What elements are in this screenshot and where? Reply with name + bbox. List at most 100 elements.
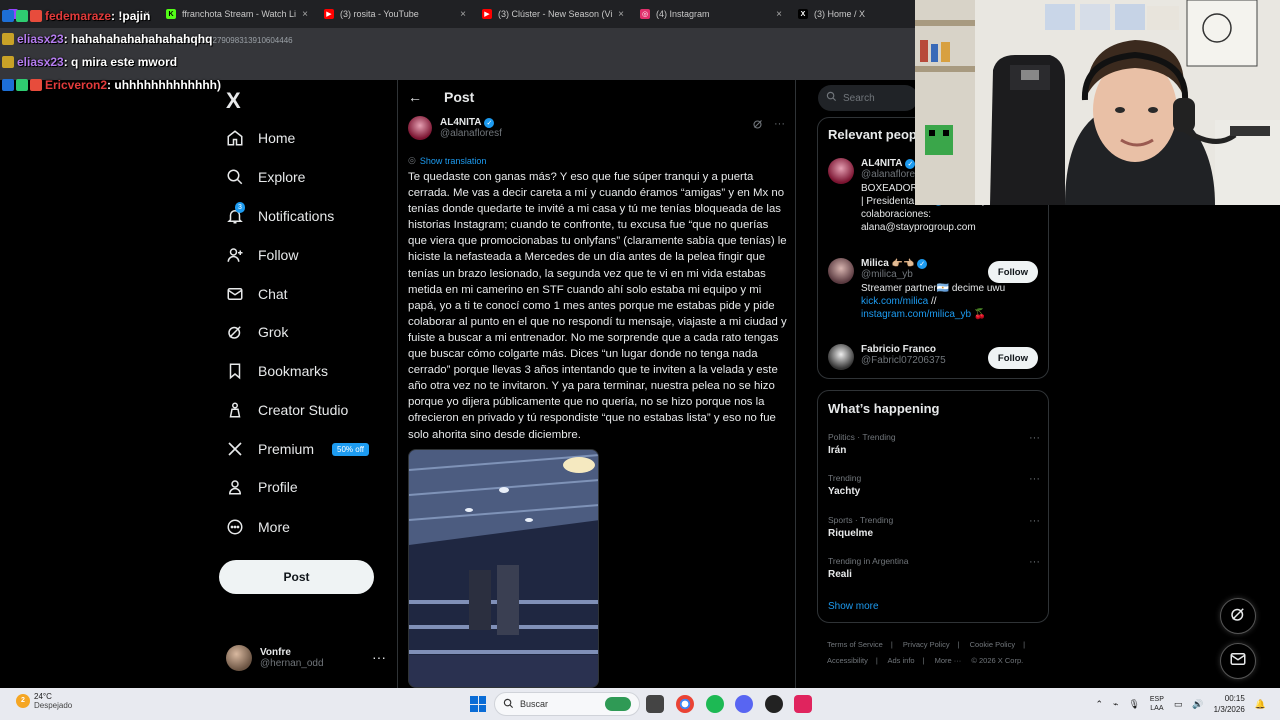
grok-floating-button[interactable] bbox=[1220, 598, 1256, 634]
author-handle: @alanafloresf bbox=[440, 128, 502, 139]
footer-link[interactable]: More ··· bbox=[935, 656, 962, 665]
footer-link[interactable]: Terms of Service bbox=[827, 640, 883, 649]
tab-close-icon[interactable]: × bbox=[302, 9, 308, 20]
nav-creator-studio[interactable]: Creator Studio bbox=[226, 394, 348, 426]
avatar bbox=[408, 116, 432, 140]
post-button[interactable]: Post bbox=[219, 560, 374, 594]
more-icon[interactable]: ··· bbox=[1029, 473, 1040, 485]
chevron-up-icon[interactable]: ⌃ bbox=[1095, 699, 1103, 710]
person-handle: @milica_yb bbox=[861, 269, 913, 280]
nav-premium[interactable]: Premium 50% off bbox=[226, 433, 369, 465]
tab-close-icon[interactable]: × bbox=[460, 9, 466, 20]
more-icon[interactable]: ··· bbox=[774, 118, 785, 133]
footer-link[interactable]: Cookie Policy bbox=[970, 640, 1015, 649]
back-arrow-icon[interactable]: ← bbox=[408, 89, 422, 105]
tab-title: (4) Instagram bbox=[656, 9, 710, 19]
tab-close-icon[interactable]: × bbox=[776, 9, 782, 20]
post-header: ← Post bbox=[408, 89, 474, 105]
nav-home[interactable]: Home bbox=[226, 122, 295, 154]
instagram-icon: ◎ bbox=[640, 9, 650, 19]
browser-tab[interactable]: ▶ (3) rosita - YouTube × bbox=[316, 0, 474, 28]
nav-label: Home bbox=[258, 130, 296, 146]
footer-link[interactable]: Ads info bbox=[887, 656, 914, 665]
trend-item[interactable]: Trending Yachty ··· bbox=[828, 473, 1040, 497]
post-actions: ··· bbox=[752, 118, 785, 133]
chat-message: eliasx23 : hahahahahahahahahqhq bbox=[2, 27, 221, 50]
chat-badge-icon bbox=[30, 9, 42, 22]
nav-explore[interactable]: Explore bbox=[226, 161, 305, 193]
weather-widget[interactable]: 2 24°C Despejado bbox=[16, 692, 72, 710]
taskbar-search[interactable]: Buscar bbox=[494, 692, 640, 716]
file-explorer-icon[interactable] bbox=[646, 695, 664, 713]
nav-chat[interactable]: Chat bbox=[226, 278, 288, 310]
nav-label: Premium bbox=[258, 441, 315, 457]
chrome-icon[interactable] bbox=[676, 695, 694, 713]
boxing-gym-photo bbox=[409, 450, 598, 687]
chat-badge-icon bbox=[2, 55, 14, 68]
weather-temp: 24°C bbox=[34, 692, 52, 701]
verified-badge-icon: ✓ bbox=[484, 117, 495, 128]
search-icon bbox=[503, 698, 514, 711]
relevant-person[interactable]: Fabricio Franco @Fabricl07206375 bbox=[828, 344, 946, 370]
nav-follow[interactable]: Follow bbox=[226, 239, 298, 271]
follow-button[interactable]: Follow bbox=[987, 347, 1038, 369]
trend-item[interactable]: Trending in Argentina Reali ··· bbox=[828, 556, 1040, 580]
post-media-image[interactable] bbox=[408, 449, 599, 688]
grok-icon[interactable] bbox=[752, 118, 764, 133]
browser-tab[interactable]: ◎ (4) Instagram × bbox=[632, 0, 790, 28]
nav-label: Bookmarks bbox=[258, 363, 329, 379]
tab-close-icon[interactable]: × bbox=[618, 9, 624, 20]
nav-notifications[interactable]: 3 Notifications bbox=[226, 200, 334, 232]
network-icon[interactable]: ⌁ bbox=[1113, 699, 1118, 710]
footer-link[interactable]: Accessibility bbox=[827, 656, 868, 665]
mic-icon[interactable]: 🎙 bbox=[1128, 699, 1139, 710]
nav-label: More bbox=[258, 519, 290, 535]
nav-profile[interactable]: Profile bbox=[226, 471, 298, 503]
notifications-tray-icon[interactable]: 🔔 bbox=[1255, 699, 1266, 710]
more-icon[interactable]: ··· bbox=[1029, 515, 1040, 527]
more-icon[interactable]: ··· bbox=[1029, 432, 1040, 444]
person-plus-icon bbox=[226, 246, 244, 264]
account-switcher[interactable]: Vonfre @hernan_odd ··· bbox=[226, 643, 386, 673]
chat-username: eliasx23 bbox=[17, 54, 64, 69]
post-author[interactable]: AL4NITA ✓ @alanafloresf bbox=[408, 116, 502, 140]
chat-text: : !pajin bbox=[111, 8, 151, 23]
language-indicator[interactable]: ESP LAA bbox=[1150, 695, 1164, 713]
browser-tab[interactable]: ▶ (3) Clúster - New Season (Video × bbox=[474, 0, 632, 28]
x-logo-icon: X bbox=[798, 9, 808, 19]
spotify-icon[interactable] bbox=[706, 695, 724, 713]
search-placeholder: Search bbox=[843, 92, 875, 104]
search-input[interactable]: Search bbox=[818, 85, 918, 111]
show-more-link[interactable]: Show more bbox=[828, 601, 879, 612]
person-name: Milica bbox=[861, 258, 889, 269]
bookmark-icon bbox=[226, 362, 244, 380]
nav-grok[interactable]: Grok bbox=[226, 316, 288, 348]
display-icon[interactable]: ▭ bbox=[1174, 699, 1183, 710]
footer-link[interactable]: Privacy Policy bbox=[903, 640, 950, 649]
chat-message: eliasx23 : q mira este mword bbox=[2, 50, 221, 73]
bing-leaf-icon bbox=[605, 697, 631, 711]
whats-happening-card: What’s happening Politics · Trending Irá… bbox=[817, 390, 1049, 623]
x-logo-icon[interactable]: X bbox=[226, 88, 241, 114]
trend-item[interactable]: Sports · Trending Riquelme ··· bbox=[828, 515, 1040, 539]
windows-start-icon[interactable] bbox=[470, 696, 486, 712]
nav-bookmarks[interactable]: Bookmarks bbox=[226, 355, 328, 387]
nav-more[interactable]: More bbox=[226, 511, 290, 543]
tiktok-icon[interactable] bbox=[794, 695, 812, 713]
nav-label: Profile bbox=[258, 479, 298, 495]
clock[interactable]: 00:15 1/3/2026 bbox=[1214, 693, 1245, 715]
youtube-icon: ▶ bbox=[482, 9, 492, 19]
follow-button[interactable]: Follow bbox=[987, 261, 1038, 283]
messages-floating-button[interactable] bbox=[1220, 643, 1256, 679]
show-translation-label: Show translation bbox=[419, 155, 487, 166]
show-translation-link[interactable]: ◎ Show translation bbox=[408, 155, 486, 166]
volume-icon[interactable]: 🔊 bbox=[1192, 699, 1203, 710]
relevant-person[interactable]: Milica 👉🏼👈🏼 ✓ @milica_yb Streamer partner🇦… bbox=[828, 258, 1005, 321]
trend-item[interactable]: Politics · Trending Irán ··· bbox=[828, 432, 1040, 456]
account-more-icon[interactable]: ··· bbox=[372, 649, 386, 665]
account-name: Vonfre bbox=[260, 647, 291, 658]
more-icon[interactable]: ··· bbox=[1029, 556, 1040, 568]
discord-icon[interactable] bbox=[735, 695, 753, 713]
obs-icon[interactable] bbox=[765, 695, 783, 713]
trend-category: Trending in Argentina bbox=[828, 556, 909, 566]
